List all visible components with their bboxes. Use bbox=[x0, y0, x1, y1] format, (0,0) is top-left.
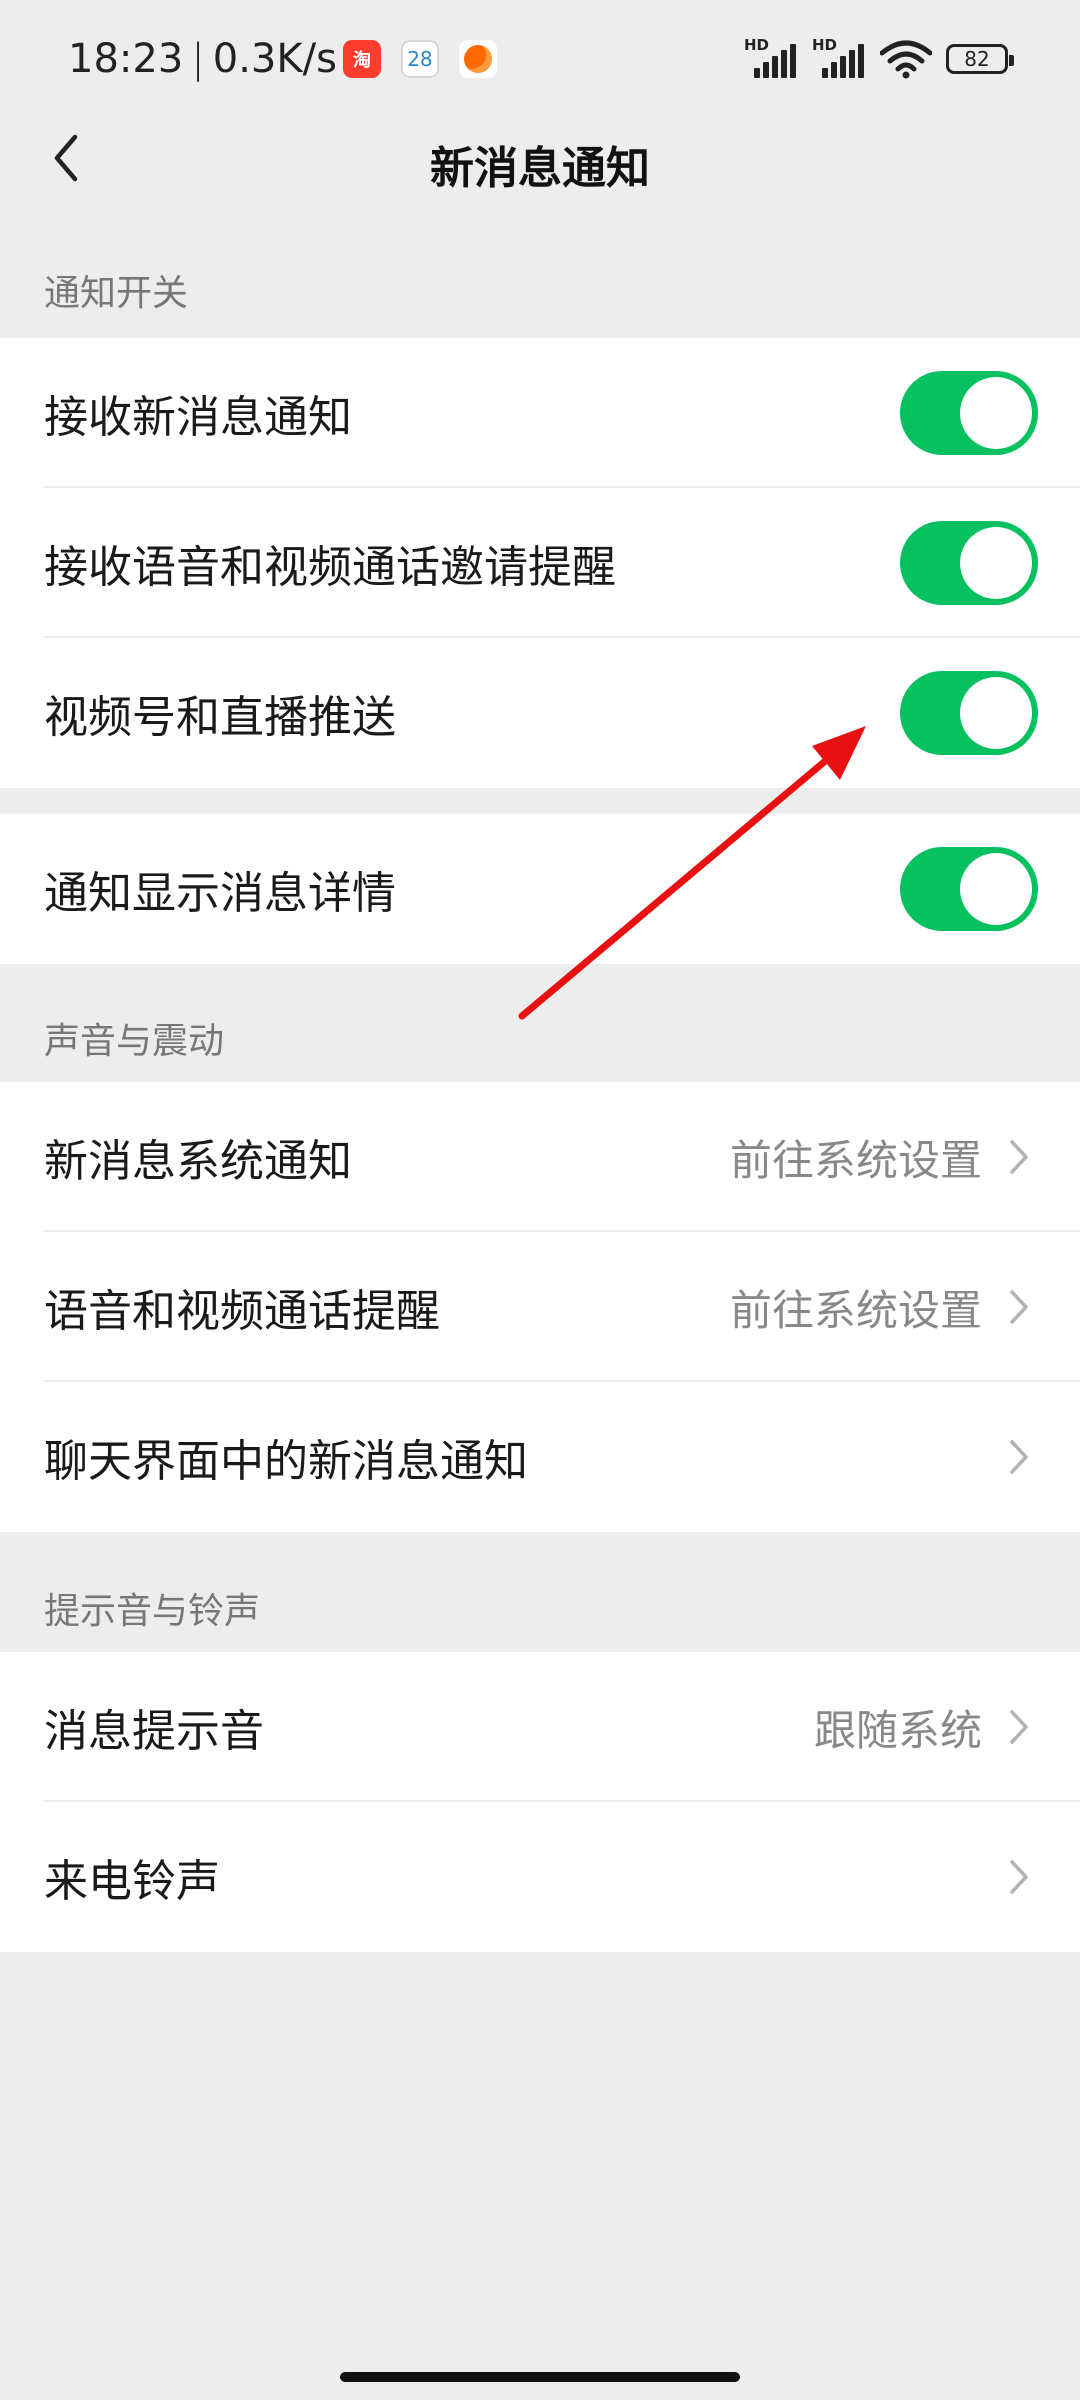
call-invite-reminder-toggle[interactable] bbox=[900, 521, 1038, 605]
status-separator: | bbox=[191, 36, 205, 82]
chevron-right-icon bbox=[1004, 1137, 1034, 1177]
page-title: 新消息通知 bbox=[430, 143, 650, 194]
row-receive-new-messages[interactable]: 接收新消息通知 bbox=[0, 338, 1080, 488]
row-call-invite-reminder[interactable]: 接收语音和视频通话邀请提醒 bbox=[0, 488, 1080, 638]
status-bar: 18:23 | 0.3K/s 淘 28 HD HD 82 bbox=[0, 0, 1080, 118]
cell-signal-icon-2: HD bbox=[812, 36, 866, 82]
chevron-right-icon bbox=[1004, 1437, 1034, 1477]
taobao-app-icon: 淘 bbox=[342, 40, 381, 78]
row-label: 新消息系统通知 bbox=[44, 1136, 352, 1187]
row-label: 通知显示消息详情 bbox=[44, 868, 396, 919]
network-speed: 0.3K/s bbox=[212, 36, 337, 82]
row-system-notification[interactable]: 新消息系统通知 前往系统设置 bbox=[0, 1082, 1080, 1232]
row-ringtone[interactable]: 来电铃声 bbox=[0, 1802, 1080, 1952]
row-label: 语音和视频通话提醒 bbox=[44, 1286, 440, 1337]
notify-detail-group: 通知显示消息详情 bbox=[0, 814, 1080, 964]
row-channels-live-push[interactable]: 视频号和直播推送 bbox=[0, 638, 1080, 788]
signal-hd-label: HD bbox=[744, 36, 770, 54]
row-label: 接收新消息通知 bbox=[44, 392, 352, 443]
cell-signal-icon: HD bbox=[744, 36, 798, 82]
row-in-chat-notification[interactable]: 聊天界面中的新消息通知 bbox=[0, 1382, 1080, 1532]
nav-bar: 新消息通知 bbox=[0, 118, 1080, 196]
battery-level: 82 bbox=[964, 47, 990, 71]
chevron-right-icon bbox=[1004, 1287, 1034, 1327]
taobao-icon-text: 淘 bbox=[352, 50, 371, 71]
receive-new-messages-toggle[interactable] bbox=[900, 371, 1038, 455]
section-header-notify-switch: 通知开关 bbox=[44, 273, 189, 314]
row-label: 消息提示音 bbox=[44, 1706, 264, 1757]
row-label: 视频号和直播推送 bbox=[44, 692, 396, 743]
home-indicator[interactable] bbox=[340, 2372, 740, 2382]
row-value: 跟随系统 bbox=[813, 1705, 982, 1755]
row-call-reminder[interactable]: 语音和视频通话提醒 前往系统设置 bbox=[0, 1232, 1080, 1382]
status-time: 18:23 bbox=[68, 36, 184, 82]
wifi-icon bbox=[880, 40, 932, 79]
show-message-details-toggle[interactable] bbox=[900, 847, 1038, 931]
orange-app-icon bbox=[458, 40, 497, 78]
row-label: 聊天界面中的新消息通知 bbox=[44, 1436, 528, 1487]
status-left: 18:23 | 0.3K/s 淘 28 bbox=[68, 32, 497, 86]
status-right: HD HD 82 bbox=[744, 34, 1014, 84]
chevron-right-icon bbox=[1004, 1707, 1034, 1747]
section-header-ringtone: 提示音与铃声 bbox=[44, 1591, 261, 1632]
channels-live-push-toggle[interactable] bbox=[900, 671, 1038, 755]
row-show-message-details[interactable]: 通知显示消息详情 bbox=[0, 814, 1080, 964]
row-label: 接收语音和视频通话邀请提醒 bbox=[44, 542, 616, 593]
battery-icon: 82 bbox=[946, 44, 1014, 74]
row-value: 前往系统设置 bbox=[729, 1285, 982, 1335]
ringtone-group: 消息提示音 跟随系统 来电铃声 bbox=[0, 1652, 1080, 1952]
chevron-right-icon bbox=[1004, 1857, 1034, 1897]
calendar-icon-text: 28 bbox=[407, 47, 433, 71]
notify-switch-group: 接收新消息通知 接收语音和视频通话邀请提醒 视频号和直播推送 bbox=[0, 338, 1080, 788]
row-label: 来电铃声 bbox=[44, 1856, 220, 1907]
sound-vibration-group: 新消息系统通知 前往系统设置 语音和视频通话提醒 前往系统设置 聊天界面中的新消… bbox=[0, 1082, 1080, 1532]
section-header-sound-vibration: 声音与震动 bbox=[44, 1021, 225, 1062]
row-value: 前往系统设置 bbox=[729, 1135, 982, 1185]
signal-hd-label-2: HD bbox=[812, 36, 838, 54]
calendar-app-icon: 28 bbox=[400, 40, 439, 78]
row-message-tone[interactable]: 消息提示音 跟随系统 bbox=[0, 1652, 1080, 1802]
